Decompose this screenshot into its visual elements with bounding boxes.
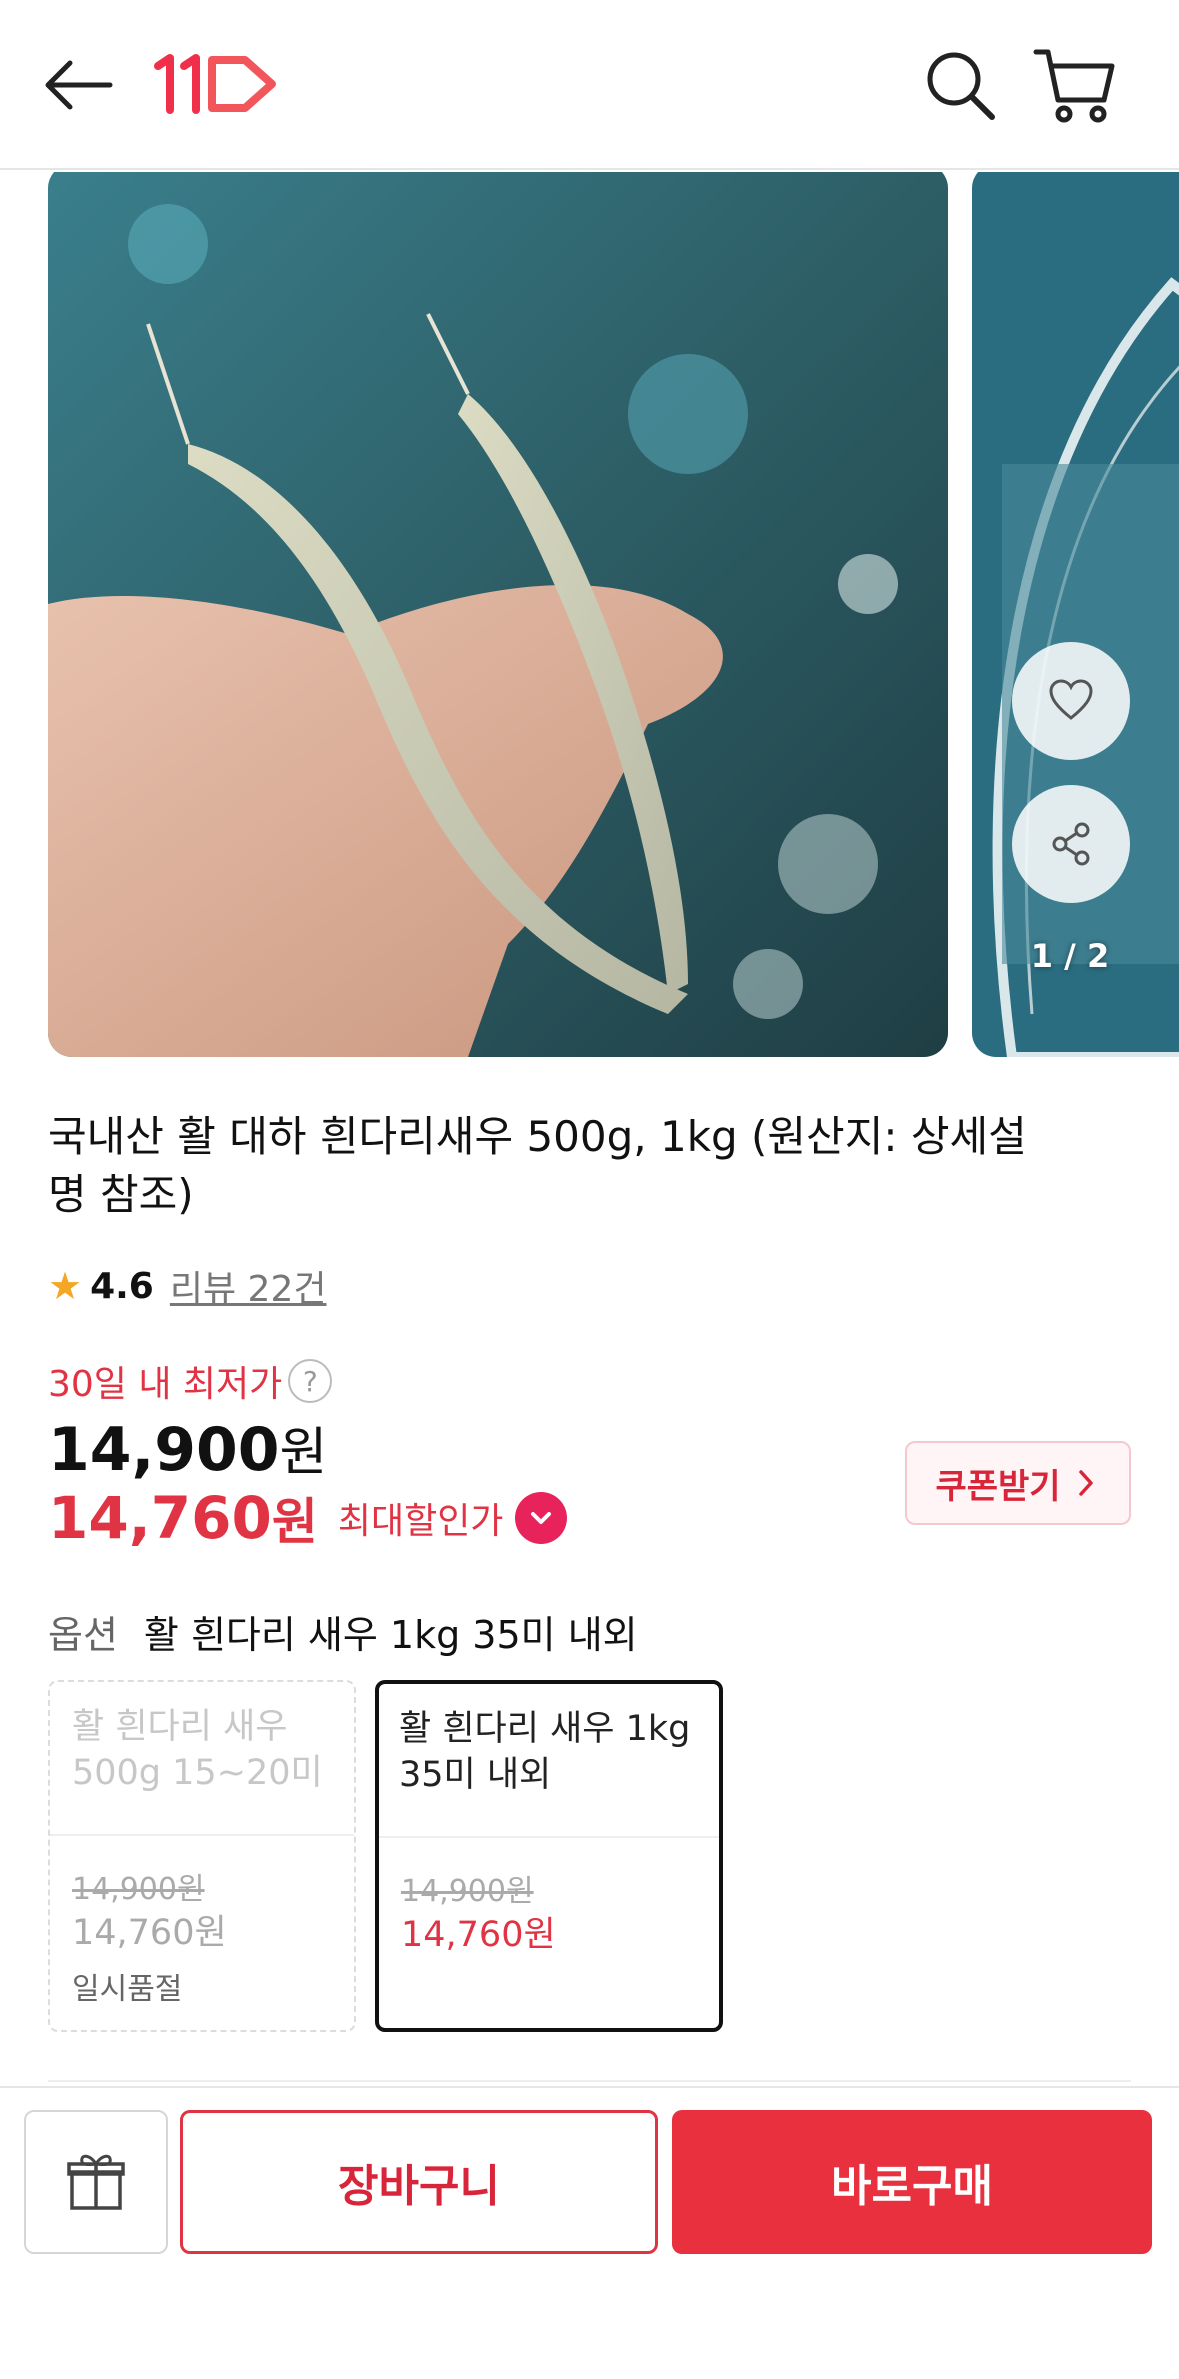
option-label: 옵션 [48, 1613, 118, 1657]
product-image[interactable] [48, 172, 948, 1057]
gift-icon [67, 2154, 125, 2210]
coupon-button[interactable]: 쿠폰받기 [905, 1441, 1131, 1525]
review-link[interactable]: 리뷰 22건 [170, 1260, 327, 1312]
bottom-action-bar: 장바구니 바로구매 [0, 2086, 1179, 2379]
product-image-gallery[interactable]: 1 / 2 [0, 172, 1179, 1057]
back-button[interactable] [40, 50, 120, 120]
share-button[interactable] [1012, 785, 1130, 903]
divider [50, 1834, 354, 1836]
option-sale-price: 14,760원 [72, 1913, 227, 1953]
product-title: 국내산 활 대하 흰다리새우 500g, 1kg (원산지: 상세설명 참조) [48, 1112, 1027, 1219]
add-to-cart-button[interactable]: 장바구니 [180, 2110, 658, 2254]
lowest-price-label: 30일 내 최저가 [48, 1364, 283, 1405]
option-name: 활 흰다리 새우 500g 15~20미 [72, 1707, 323, 1793]
chevron-right-icon [1078, 1470, 1093, 1496]
option-original-price: 14,900원 [401, 1874, 534, 1909]
image-page-indicator: 1 / 2 [1030, 937, 1110, 975]
option-original-price: 14,900원 [72, 1872, 205, 1907]
lowest-price-label-row: 30일 내 최저가 ? [48, 1356, 333, 1406]
option-card-1kg[interactable]: 활 흰다리 새우 1kg 35미 내외 14,900원 14,760원 [375, 1680, 723, 2032]
discount-detail-button[interactable] [515, 1492, 568, 1544]
divider [379, 1836, 719, 1838]
star-icon: ★ [48, 1264, 83, 1308]
original-price-unit: 원 [279, 1423, 328, 1483]
help-icon[interactable]: ? [288, 1359, 333, 1403]
original-price: 14,900원 [48, 1410, 327, 1485]
cart-icon [1033, 49, 1115, 123]
option-name: 활 흰다리 새우 1kg 35미 내외 [399, 1709, 713, 1795]
original-price-value: 14,900 [48, 1415, 280, 1485]
search-button[interactable] [920, 45, 1000, 125]
rating-row: ★ 4.6 리뷰 22건 [48, 1262, 326, 1310]
buy-now-button[interactable]: 바로구매 [672, 2110, 1152, 2254]
sale-price-value: 14,760 [48, 1484, 272, 1552]
logo[interactable] [150, 48, 280, 120]
rating-score: 4.6 [90, 1265, 154, 1307]
share-icon [1052, 822, 1090, 866]
gift-button[interactable] [24, 2110, 168, 2254]
search-icon [927, 52, 995, 120]
option-selected: 활 흰다리 새우 1kg 35미 내외 [143, 1613, 638, 1657]
wishlist-button[interactable] [1012, 642, 1130, 760]
chevron-down-icon [531, 1512, 552, 1524]
divider [48, 2080, 1131, 2082]
product-image-next[interactable] [972, 172, 1179, 1057]
arrow-left-icon [45, 60, 113, 110]
option-summary: 옵션 활 흰다리 새우 1kg 35미 내외 [48, 1604, 638, 1659]
heart-icon [1049, 679, 1093, 720]
coupon-button-label: 쿠폰받기 [935, 1466, 1061, 1507]
cart-button[interactable] [1030, 40, 1120, 130]
option-sale-price: 14,760원 [401, 1915, 556, 1955]
max-discount-label: 최대할인가 [337, 1501, 504, 1542]
sold-out-status: 일시품절 [72, 1972, 183, 2007]
sale-price-unit: 원 [271, 1493, 318, 1551]
top-header [0, 0, 1179, 170]
option-card-500g[interactable]: 활 흰다리 새우 500g 15~20미 14,900원 14,760원 일시품… [48, 1680, 356, 2032]
sale-price-row: 14,760 원 최대할인가 [48, 1482, 568, 1554]
